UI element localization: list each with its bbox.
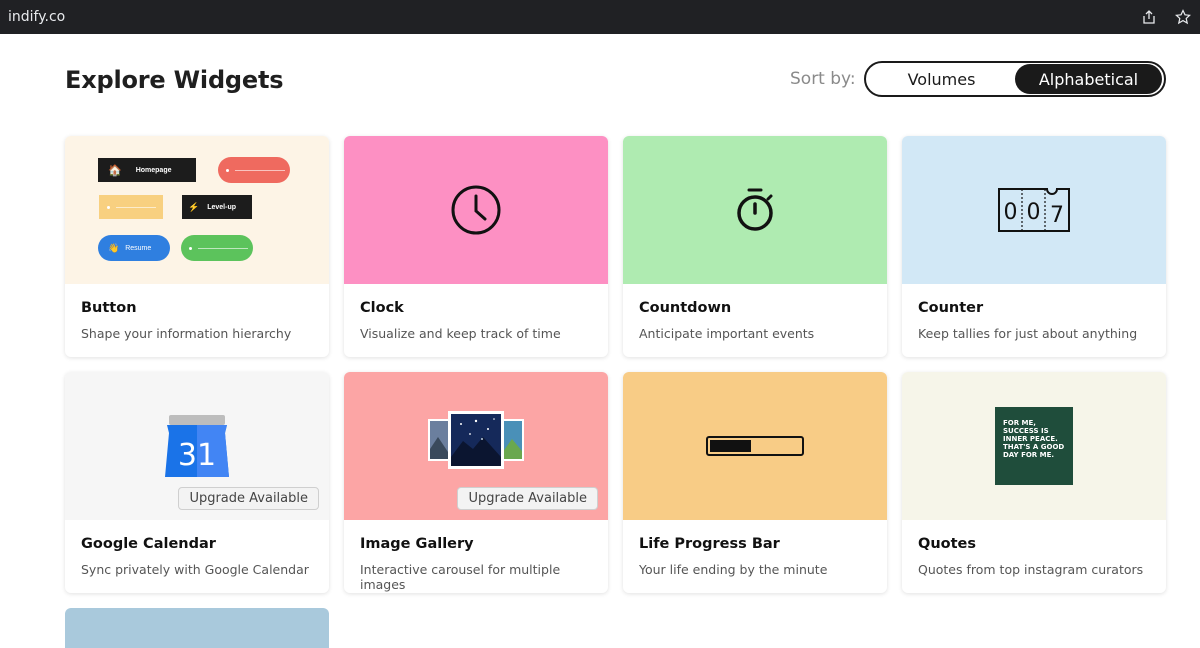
widget-card-counter[interactable]: 0 0 7 Counter Keep tallies for just abou… [902,136,1166,357]
progress-fill [710,440,751,452]
widget-card-quotes[interactable]: FOR ME, SUCCESS IS INNER PEACE. THAT'S A… [902,372,1166,593]
widget-card-partial[interactable] [65,608,329,648]
share-icon[interactable] [1140,8,1158,26]
sample-yellow-button [99,195,163,219]
upgrade-badge[interactable]: Upgrade Available [178,487,319,510]
sort-label: Sort by: [790,69,856,89]
sort-option-volumes[interactable]: Volumes [868,64,1015,94]
calendar-day: 31 [178,438,216,473]
image-gallery-icon [428,411,524,469]
google-calendar-icon: 31 [165,415,229,477]
card-title: Button [81,300,137,316]
widget-card-google-calendar[interactable]: 31 Upgrade Available Google Calendar Syn… [65,372,329,593]
sample-resume-pill: 👋 Resume [98,235,170,261]
quote-text: FOR ME, SUCCESS IS INNER PEACE. THAT'S A… [1003,419,1065,459]
sample-red-pill [218,157,290,183]
widget-preview-image-gallery: Upgrade Available [344,372,608,520]
sample-green-pill [181,235,253,261]
card-description: Interactive carousel for multiple images [360,562,561,592]
card-description: Sync privately with Google Calendar [81,562,309,577]
card-title: Google Calendar [81,536,216,552]
card-description: Quotes from top instagram curators [918,562,1144,577]
widget-card-button[interactable]: 🏠 Homepage ⚡ Level-up 👋 Resume Button Sh… [65,136,329,357]
sample-homepage-button: 🏠 Homepage [98,158,196,182]
clock-icon [451,185,501,235]
card-title: Countdown [639,300,732,316]
widget-card-clock[interactable]: Clock Visualize and keep track of time [344,136,608,357]
widget-preview-clock [344,136,608,284]
widget-card-life-progress-bar[interactable]: Life Progress Bar Your life ending by th… [623,372,887,593]
widget-card-countdown[interactable]: Countdown Anticipate important events [623,136,887,357]
wave-icon: 👋 [108,242,120,253]
browser-toolbar: indify.co [0,0,1200,34]
progress-bar [706,436,804,456]
widget-card-image-gallery[interactable]: Upgrade Available Image Gallery Interact… [344,372,608,593]
widget-preview-button: 🏠 Homepage ⚡ Level-up 👋 Resume [65,136,329,284]
sample-levelup-button: ⚡ Level-up [182,195,252,219]
card-title: Image Gallery [360,536,474,552]
counter-digit: 0 [1004,200,1018,225]
house-icon: 🏠 [108,164,122,177]
page-header: Explore Widgets Sort by: Volumes Alphabe… [65,60,1166,100]
counter-icon: 0 0 7 [998,188,1070,232]
widget-preview-quotes: FOR ME, SUCCESS IS INNER PEACE. THAT'S A… [902,372,1166,520]
card-description: Visualize and keep track of time [360,326,561,341]
quote-image: FOR ME, SUCCESS IS INNER PEACE. THAT'S A… [995,407,1073,485]
card-description: Shape your information hierarchy [81,326,292,341]
counter-digit: 0 [1027,200,1041,225]
card-description: Keep tallies for just about anything [918,326,1138,341]
counter-digit: 7 [1050,203,1064,228]
widget-preview-life-progress-bar [623,372,887,520]
card-title: Life Progress Bar [639,536,780,552]
card-title: Quotes [918,536,977,552]
browser-actions [1140,8,1192,26]
lightning-icon: ⚡ [188,201,200,212]
widget-preview-counter: 0 0 7 [902,136,1166,284]
address-bar[interactable]: indify.co [8,9,65,25]
sort-toggle: Volumes Alphabetical [864,61,1166,97]
bookmark-star-icon[interactable] [1174,8,1192,26]
card-description: Your life ending by the minute [639,562,828,577]
card-description: Anticipate important events [639,326,815,341]
card-title: Counter [918,300,984,316]
stopwatch-icon [737,188,773,231]
card-title: Clock [360,300,404,316]
widget-preview-countdown [623,136,887,284]
page-title: Explore Widgets [65,66,284,94]
widget-preview-google-calendar: 31 Upgrade Available [65,372,329,520]
upgrade-badge[interactable]: Upgrade Available [457,487,598,510]
sort-option-alphabetical[interactable]: Alphabetical [1015,64,1162,94]
